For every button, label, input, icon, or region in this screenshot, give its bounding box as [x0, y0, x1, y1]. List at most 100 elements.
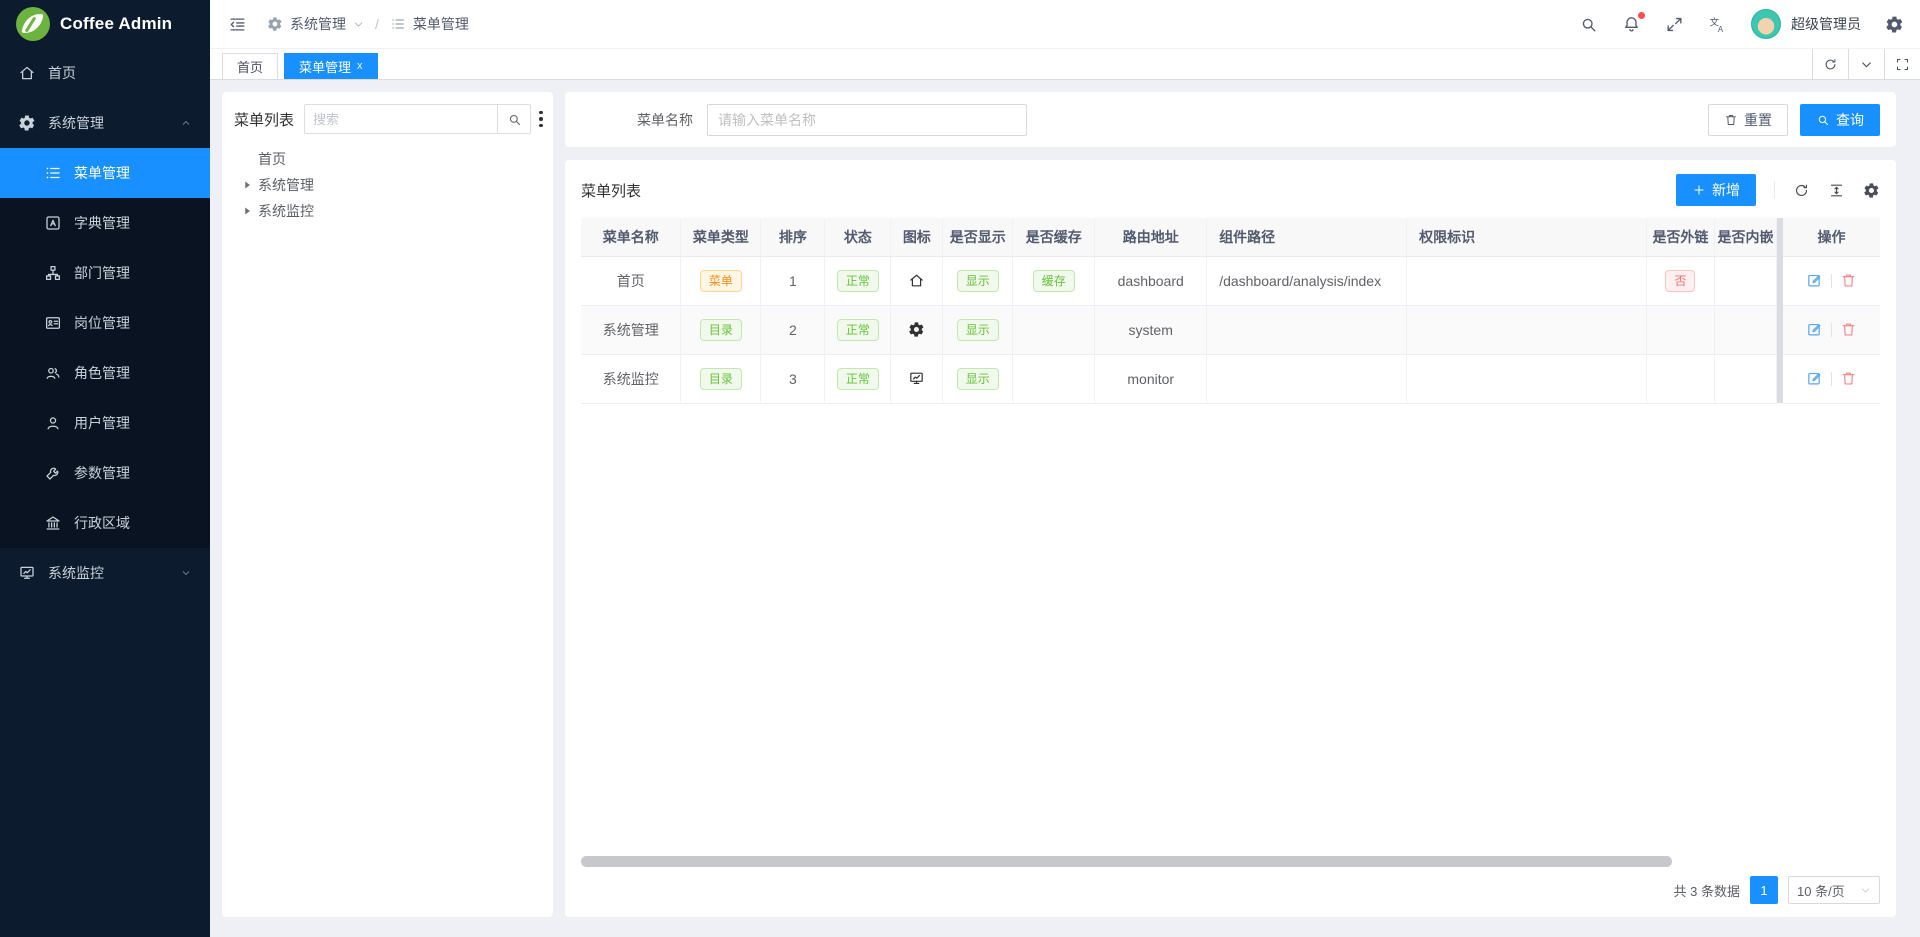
breadcrumb-item[interactable]: 系统管理	[290, 14, 346, 34]
add-button[interactable]: 新增	[1676, 174, 1756, 206]
tab-close-icon[interactable]: x	[357, 61, 363, 72]
search-button[interactable]: 查询	[1800, 104, 1880, 136]
list-icon	[44, 164, 62, 182]
caret-right-icon[interactable]	[240, 178, 254, 192]
sidebar-item-label: 角色管理	[74, 363, 130, 383]
row-height-icon[interactable]	[1828, 182, 1845, 199]
sidebar-item-label: 岗位管理	[74, 313, 130, 333]
menu-type-tag: 菜单	[700, 270, 742, 292]
tab-menu-mgmt[interactable]: 菜单管理 x	[284, 53, 378, 79]
sidebar-item-post-mgmt[interactable]: 岗位管理	[0, 298, 210, 348]
edit-icon[interactable]	[1806, 370, 1823, 387]
reset-button-label: 重置	[1744, 110, 1772, 130]
tree-search-input[interactable]	[304, 104, 497, 134]
sidebar-item-system[interactable]: 系统管理	[0, 98, 210, 148]
col-header-actions: 操作	[1783, 218, 1880, 256]
column-settings-gear-icon[interactable]	[1863, 182, 1880, 199]
op-divider	[1831, 274, 1832, 288]
tab-options-button[interactable]	[1848, 49, 1884, 79]
delete-icon[interactable]	[1840, 370, 1857, 387]
page-size-select[interactable]: 10 条/页	[1788, 876, 1880, 904]
dictionary-icon	[44, 214, 62, 232]
breadcrumb-item-current: 菜单管理	[413, 14, 469, 34]
col-header: 是否内嵌	[1714, 218, 1776, 256]
header-actions: 文A 超级管理员	[1579, 9, 1904, 39]
col-header: 是否缓存	[1013, 218, 1095, 256]
visible-tag: 显示	[957, 368, 999, 390]
caret-right-icon[interactable]	[240, 204, 254, 218]
tree-search-button[interactable]	[497, 104, 531, 134]
org-tree-icon	[44, 264, 62, 282]
reset-button[interactable]: 重置	[1708, 104, 1788, 136]
sidebar-item-region-mgmt[interactable]: 行政区域	[0, 498, 210, 548]
tree-node-system[interactable]: 系统管理	[234, 172, 541, 198]
query-form-card: 菜单名称 重置 查询	[565, 92, 1896, 147]
menu-name-input[interactable]	[707, 104, 1027, 136]
bank-icon	[44, 514, 62, 532]
cell-menu-name: 系统管理	[581, 305, 681, 354]
tab-home[interactable]: 首页	[222, 53, 278, 79]
menu-tree-panel: 菜单列表 首页 系统管理	[222, 92, 553, 917]
cell-sort: 2	[761, 305, 825, 354]
notification-badge-dot	[1638, 12, 1645, 19]
fullscreen-icon[interactable]	[1665, 15, 1684, 34]
col-header: 状态	[825, 218, 891, 256]
settings-gear-icon[interactable]	[1885, 15, 1904, 34]
action-column-table: 操作	[1783, 218, 1880, 404]
sidebar-item-dict-mgmt[interactable]: 字典管理	[0, 198, 210, 248]
home-icon	[908, 272, 925, 289]
table-row[interactable]: 系统管理 目录 2 正常 显示 system	[581, 305, 1777, 354]
list-icon	[390, 16, 406, 32]
user-icon	[44, 414, 62, 432]
refresh-tab-button[interactable]	[1812, 49, 1848, 79]
user-menu[interactable]: 超级管理员	[1751, 9, 1861, 39]
edit-icon[interactable]	[1806, 272, 1823, 289]
table-row[interactable]: 首页 菜单 1 正常 显示 缓存 dashboard /dashboard/an…	[581, 256, 1777, 305]
sidebar-item-param-mgmt[interactable]: 参数管理	[0, 448, 210, 498]
sidebar-item-user-mgmt[interactable]: 用户管理	[0, 398, 210, 448]
right-column: 菜单名称 重置 查询	[565, 92, 1896, 917]
delete-icon[interactable]	[1840, 321, 1857, 338]
sidebar-item-monitor[interactable]: 系统监控	[0, 548, 210, 598]
page-number-button[interactable]: 1	[1750, 876, 1778, 904]
tree-node-home[interactable]: 首页	[234, 146, 541, 172]
breadcrumb: 系统管理 / 菜单管理	[267, 14, 469, 34]
chevron-down-icon	[1859, 57, 1874, 72]
sidebar-item-home[interactable]: 首页	[0, 48, 210, 98]
sidebar-item-label: 部门管理	[74, 263, 130, 283]
col-header: 排序	[761, 218, 825, 256]
tree-node-monitor[interactable]: 系统监控	[234, 198, 541, 224]
edit-icon[interactable]	[1806, 321, 1823, 338]
gear-icon	[267, 16, 283, 32]
trash-icon	[1724, 113, 1738, 127]
table-row[interactable]: 系统监控 目录 3 正常 显示 monitor	[581, 354, 1777, 403]
notification-bell[interactable]	[1622, 15, 1641, 34]
tab-label: 首页	[237, 57, 263, 76]
main-area: 系统管理 / 菜单管理 文A 超级管理员	[210, 0, 1920, 937]
query-buttons: 重置 查询	[1708, 104, 1880, 136]
translate-icon[interactable]: 文A	[1708, 15, 1727, 34]
content-fullscreen-button[interactable]	[1884, 49, 1920, 79]
tree-search	[304, 104, 531, 134]
menu-type-tag: 目录	[700, 368, 742, 390]
pagination-total: 共 3 条数据	[1674, 881, 1740, 900]
sidebar-item-role-mgmt[interactable]: 角色管理	[0, 348, 210, 398]
breadcrumb-separator: /	[375, 16, 379, 32]
tree-panel-title: 菜单列表	[234, 109, 294, 130]
tree-more-button[interactable]	[539, 109, 543, 130]
cell-component	[1207, 305, 1407, 354]
sidebar-item-menu-mgmt[interactable]: 菜单管理	[0, 148, 210, 198]
sidebar-item-label: 参数管理	[74, 463, 130, 483]
col-header: 是否外链	[1646, 218, 1714, 256]
tab-bar: 首页 菜单管理 x	[210, 49, 1920, 80]
refresh-icon[interactable]	[1793, 182, 1810, 199]
menu-tree: 首页 系统管理 系统监控	[234, 146, 541, 224]
collapse-sidebar-icon[interactable]	[228, 15, 247, 34]
sidebar-item-dept-mgmt[interactable]: 部门管理	[0, 248, 210, 298]
table-header-row: 菜单名称 菜单类型 排序 状态 图标 是否显示 是否缓存 路由地址 组件路径	[581, 218, 1777, 256]
delete-icon[interactable]	[1840, 272, 1857, 289]
cell-perm	[1407, 354, 1647, 403]
status-tag: 正常	[837, 270, 879, 292]
horizontal-scrollbar-thumb[interactable]	[581, 856, 1672, 867]
search-icon[interactable]	[1579, 15, 1598, 34]
